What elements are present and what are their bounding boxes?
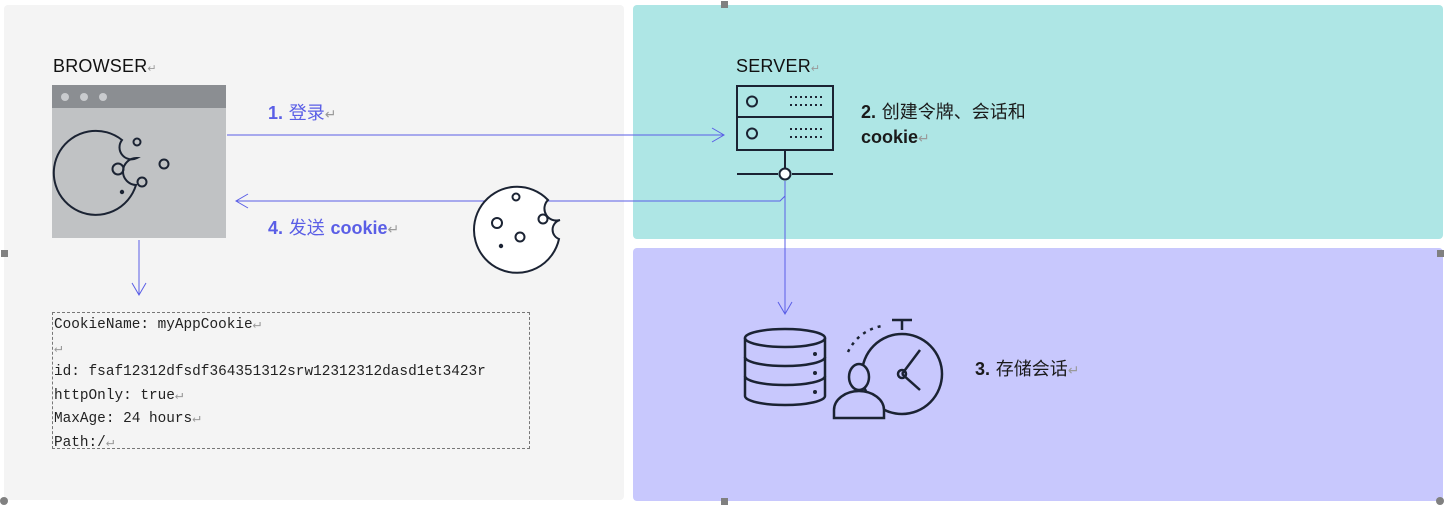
database-icon [743, 327, 827, 407]
cookie-path-line: Path:/↵ [54, 434, 115, 451]
cookie-httponly-line: httpOnly: true↵ [54, 387, 184, 404]
cookie-name-line: CookieName: myAppCookie↵ [54, 317, 262, 333]
session-timer-icon [832, 318, 944, 420]
step-1-label: 1. 登录↵ [268, 103, 337, 124]
cookie-maxage-line: MaxAge: 24 hours↵ [54, 411, 201, 427]
step-3-label: 3. 存储会话↵ [975, 359, 1080, 380]
step-2-label: 2. 创建令牌、会话和 cookie↵ [861, 102, 1026, 147]
cookie-info-box: CookieName: myAppCookie↵ ↵ id: fsaf12312… [52, 312, 530, 451]
cookie-blank-line: ↵ [54, 340, 63, 357]
server-icon [736, 85, 834, 181]
cookie-id-line: id: fsaf12312dfsdf364351312srw12312312da… [54, 364, 486, 380]
step-4-label: 4. 发送 cookie↵ [268, 218, 400, 239]
cookie-icon [473, 185, 561, 274]
